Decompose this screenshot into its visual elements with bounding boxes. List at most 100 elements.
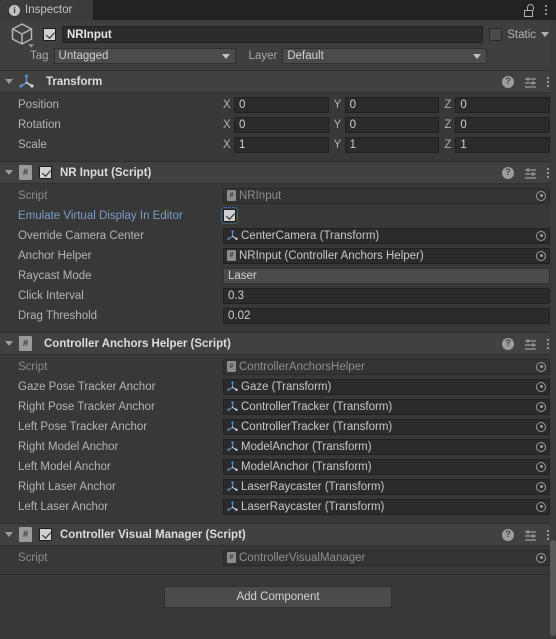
kebab-menu-icon[interactable] [547, 76, 549, 87]
chevron-down-icon [221, 54, 230, 59]
property-label: Emulate Virtual Display In Editor [18, 209, 183, 222]
script-icon: # [19, 336, 32, 351]
axis-z: Z1 [444, 136, 551, 153]
kebab-menu-icon[interactable] [547, 338, 549, 349]
axis-y: Y0 [334, 116, 440, 133]
object-field[interactable]: ModelAnchor (Transform) [223, 458, 550, 475]
object-picker-icon[interactable] [536, 441, 546, 452]
object-picker-icon[interactable] [536, 230, 546, 241]
component-header[interactable]: # Controller Visual Manager (Script)? [0, 524, 556, 546]
unlocked-padlock-icon[interactable] [524, 3, 535, 17]
tag-dropdown[interactable]: Untagged [53, 48, 236, 64]
property-field: ControllerTracker (Transform) [223, 398, 550, 415]
object-picker-icon[interactable] [536, 190, 546, 201]
axis-input-z[interactable]: 0 [455, 116, 551, 133]
object-picker-icon[interactable] [536, 250, 546, 261]
foldout-arrow-icon[interactable] [5, 79, 13, 84]
property-row: Left Laser Anchor LaserRaycaster (Transfo… [0, 498, 556, 515]
help-icon[interactable]: ? [502, 166, 514, 179]
text-input[interactable]: 0.3 [223, 287, 550, 304]
help-icon[interactable]: ? [502, 528, 514, 541]
gameobject-enabled-checkbox[interactable] [43, 28, 56, 41]
text-input[interactable]: 0.02 [223, 307, 550, 324]
static-dropdown-caret-icon[interactable] [541, 32, 549, 37]
add-component-button[interactable]: Add Component [164, 586, 392, 608]
script-asset-icon: # [227, 552, 236, 563]
object-picker-icon[interactable] [536, 552, 546, 563]
axis-input-z[interactable]: 1 [455, 136, 551, 153]
axis-label-x: X [223, 98, 231, 111]
help-icon[interactable]: ? [502, 75, 514, 88]
tab-inspector[interactable]: i Inspector [0, 0, 93, 20]
object-field[interactable]: # ControllerAnchorsHelper [223, 358, 550, 375]
preset-icon[interactable] [524, 76, 537, 88]
object-picker-icon[interactable] [536, 361, 546, 372]
inspector-tabbar: i Inspector [0, 0, 556, 20]
property-row: Drag Threshold 0.02 [0, 307, 556, 324]
axis-input-y[interactable]: 1 [344, 136, 440, 153]
axis-value-z: 0 [460, 118, 467, 131]
object-picker-icon[interactable] [536, 401, 546, 412]
axis-label-y: Y [333, 138, 342, 151]
object-field-value: Gaze (Transform) [241, 380, 332, 393]
component-header[interactable]: Transform? [0, 71, 556, 93]
axis-value-y: 1 [349, 138, 357, 151]
kebab-menu-icon[interactable] [547, 529, 549, 540]
object-picker-icon[interactable] [536, 381, 546, 392]
object-picker-icon[interactable] [536, 421, 546, 432]
axis-x: X0 [223, 116, 329, 133]
component-enabled-checkbox[interactable] [39, 166, 52, 179]
preset-icon[interactable] [524, 167, 537, 179]
foldout-arrow-icon[interactable] [5, 532, 13, 537]
object-picker-icon[interactable] [536, 461, 546, 472]
component-0: Transform? Position X 0 Y 0 Z 0 Rotation X 0 Y 0 Z 0 Sc… [0, 71, 556, 162]
component-enabled-checkbox[interactable] [39, 528, 52, 541]
foldout-arrow-icon[interactable] [5, 170, 13, 175]
object-field[interactable]: # ControllerVisualManager [223, 549, 550, 566]
axis-input-x[interactable]: 1 [234, 136, 329, 153]
property-row: Click Interval 0.3 [0, 287, 556, 304]
layer-dropdown[interactable]: Default [282, 48, 488, 64]
object-field[interactable]: ControllerTracker (Transform) [223, 418, 550, 435]
preset-icon[interactable] [524, 338, 537, 350]
component-header[interactable]: # Controller Anchors Helper (Script)? [0, 333, 556, 355]
component-body: Position X 0 Y 0 Z 0 Rotation X 0 Y 0 Z 0 Scale X 1 Y 1 Z 1 [0, 93, 556, 161]
axis-input-x[interactable]: 0 [234, 96, 329, 113]
axis-input-y[interactable]: 0 [344, 96, 440, 113]
object-field[interactable]: ControllerTracker (Transform) [223, 398, 550, 415]
kebab-menu-icon[interactable] [545, 5, 547, 15]
scrollbar-thumb[interactable] [550, 540, 556, 636]
tabbar-actions [524, 0, 556, 20]
object-picker-icon[interactable] [536, 481, 546, 492]
object-picker-icon[interactable] [536, 501, 546, 512]
gameobject-name-input[interactable]: NRInput [62, 26, 484, 43]
axis-input-x[interactable]: 0 [234, 116, 329, 133]
axis-input-z[interactable]: 0 [455, 96, 551, 113]
enum-dropdown[interactable]: Laser [223, 267, 550, 284]
component-header[interactable]: # NR Input (Script)? [0, 162, 556, 184]
object-field-value: LaserRaycaster (Transform) [241, 480, 385, 493]
static-checkbox[interactable] [489, 28, 503, 41]
object-field[interactable]: ModelAnchor (Transform) [223, 438, 550, 455]
axis-input-y[interactable]: 0 [344, 116, 440, 133]
script-icon: # [19, 165, 32, 180]
property-field: # NRInput (Controller Anchors Helper) [223, 247, 550, 264]
property-checkbox[interactable] [221, 207, 238, 224]
property-field: Laser [223, 267, 550, 284]
help-icon[interactable]: ? [502, 337, 514, 350]
component-title: Transform [46, 75, 103, 88]
property-label: Right Model Anchor [18, 440, 119, 453]
object-field[interactable]: CenterCamera (Transform) [223, 227, 550, 244]
object-field[interactable]: LaserRaycaster (Transform) [223, 478, 550, 495]
preset-icon[interactable] [524, 529, 537, 541]
object-field[interactable]: LaserRaycaster (Transform) [223, 498, 550, 515]
kebab-menu-icon[interactable] [547, 167, 549, 178]
cube-icon[interactable] [7, 21, 37, 51]
vertical-scrollbar[interactable] [550, 20, 556, 639]
object-field[interactable]: Gaze (Transform) [223, 378, 550, 395]
object-field[interactable]: # NRInput (Controller Anchors Helper) [223, 247, 550, 264]
property-field: # ControllerAnchorsHelper [223, 358, 550, 375]
object-field-value: LaserRaycaster (Transform) [241, 500, 385, 513]
object-field[interactable]: # NRInput [223, 187, 550, 204]
foldout-arrow-icon[interactable] [5, 341, 13, 346]
